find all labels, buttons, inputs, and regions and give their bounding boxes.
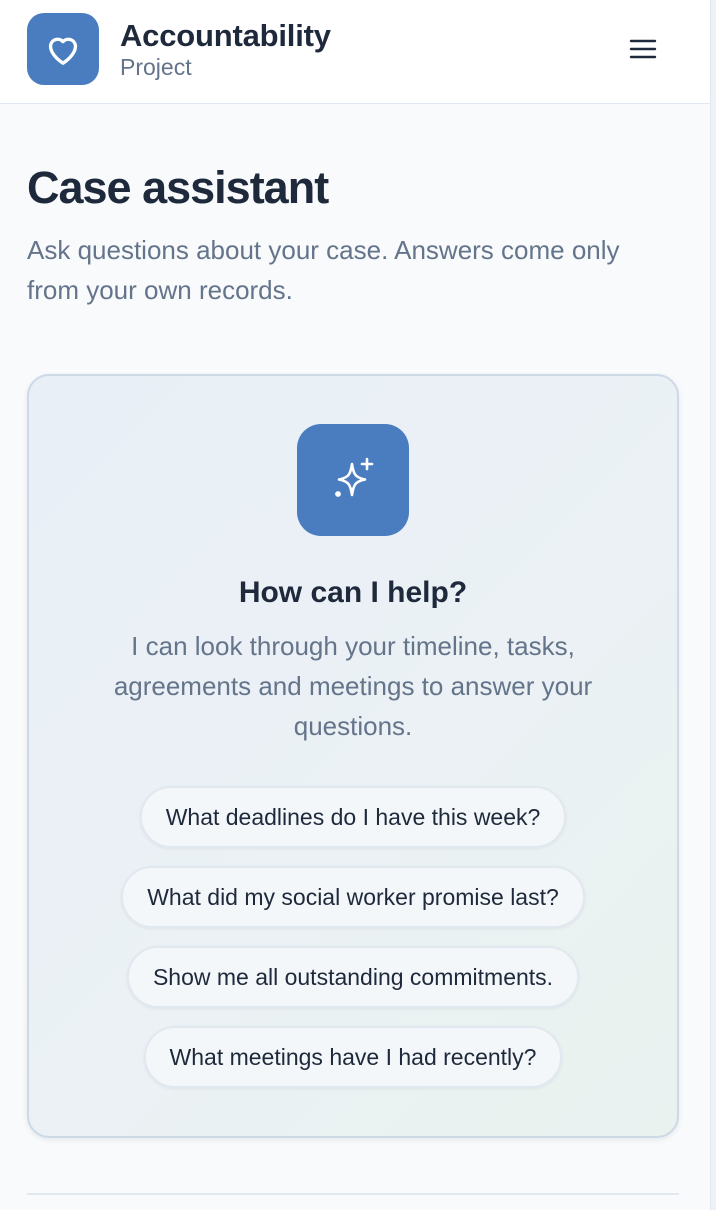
brand-subtitle: Project — [120, 54, 192, 80]
suggestion-chip-outstanding-commitments[interactable]: Show me all outstanding commitments. — [126, 946, 580, 1008]
top-header: Accountability Project — [0, 0, 710, 104]
app-frame: Accountability Project Case assistant As… — [0, 0, 716, 1210]
sparkles-icon — [335, 457, 374, 497]
assistant-welcome-card: How can I help? I can look through your … — [27, 374, 679, 1138]
assistant-title: How can I help? — [238, 576, 468, 609]
suggestion-chip-social-worker-promise[interactable]: What did my social worker promise last? — [121, 866, 585, 928]
suggestion-chip-deadlines[interactable]: What deadlines do I have this week? — [139, 786, 567, 848]
assistant-description: I can look through your timeline, tasks,… — [113, 631, 593, 741]
brand-title: Accountability — [120, 18, 331, 53]
section-divider — [27, 1193, 679, 1195]
assistant-icon-tile — [297, 424, 409, 536]
app-logo[interactable] — [27, 13, 99, 85]
suggestion-chip-recent-meetings[interactable]: What meetings have I had recently? — [143, 1026, 563, 1088]
heart-icon — [48, 37, 78, 65]
page-description: Ask questions about your case. Answers c… — [27, 235, 620, 305]
hamburger-menu-icon — [629, 39, 657, 59]
suggestion-list: What deadlines do I have this week? What… — [29, 786, 677, 1088]
page-title: Case assistant — [27, 162, 329, 213]
window-edge — [710, 0, 716, 1210]
menu-button[interactable] — [618, 26, 668, 72]
